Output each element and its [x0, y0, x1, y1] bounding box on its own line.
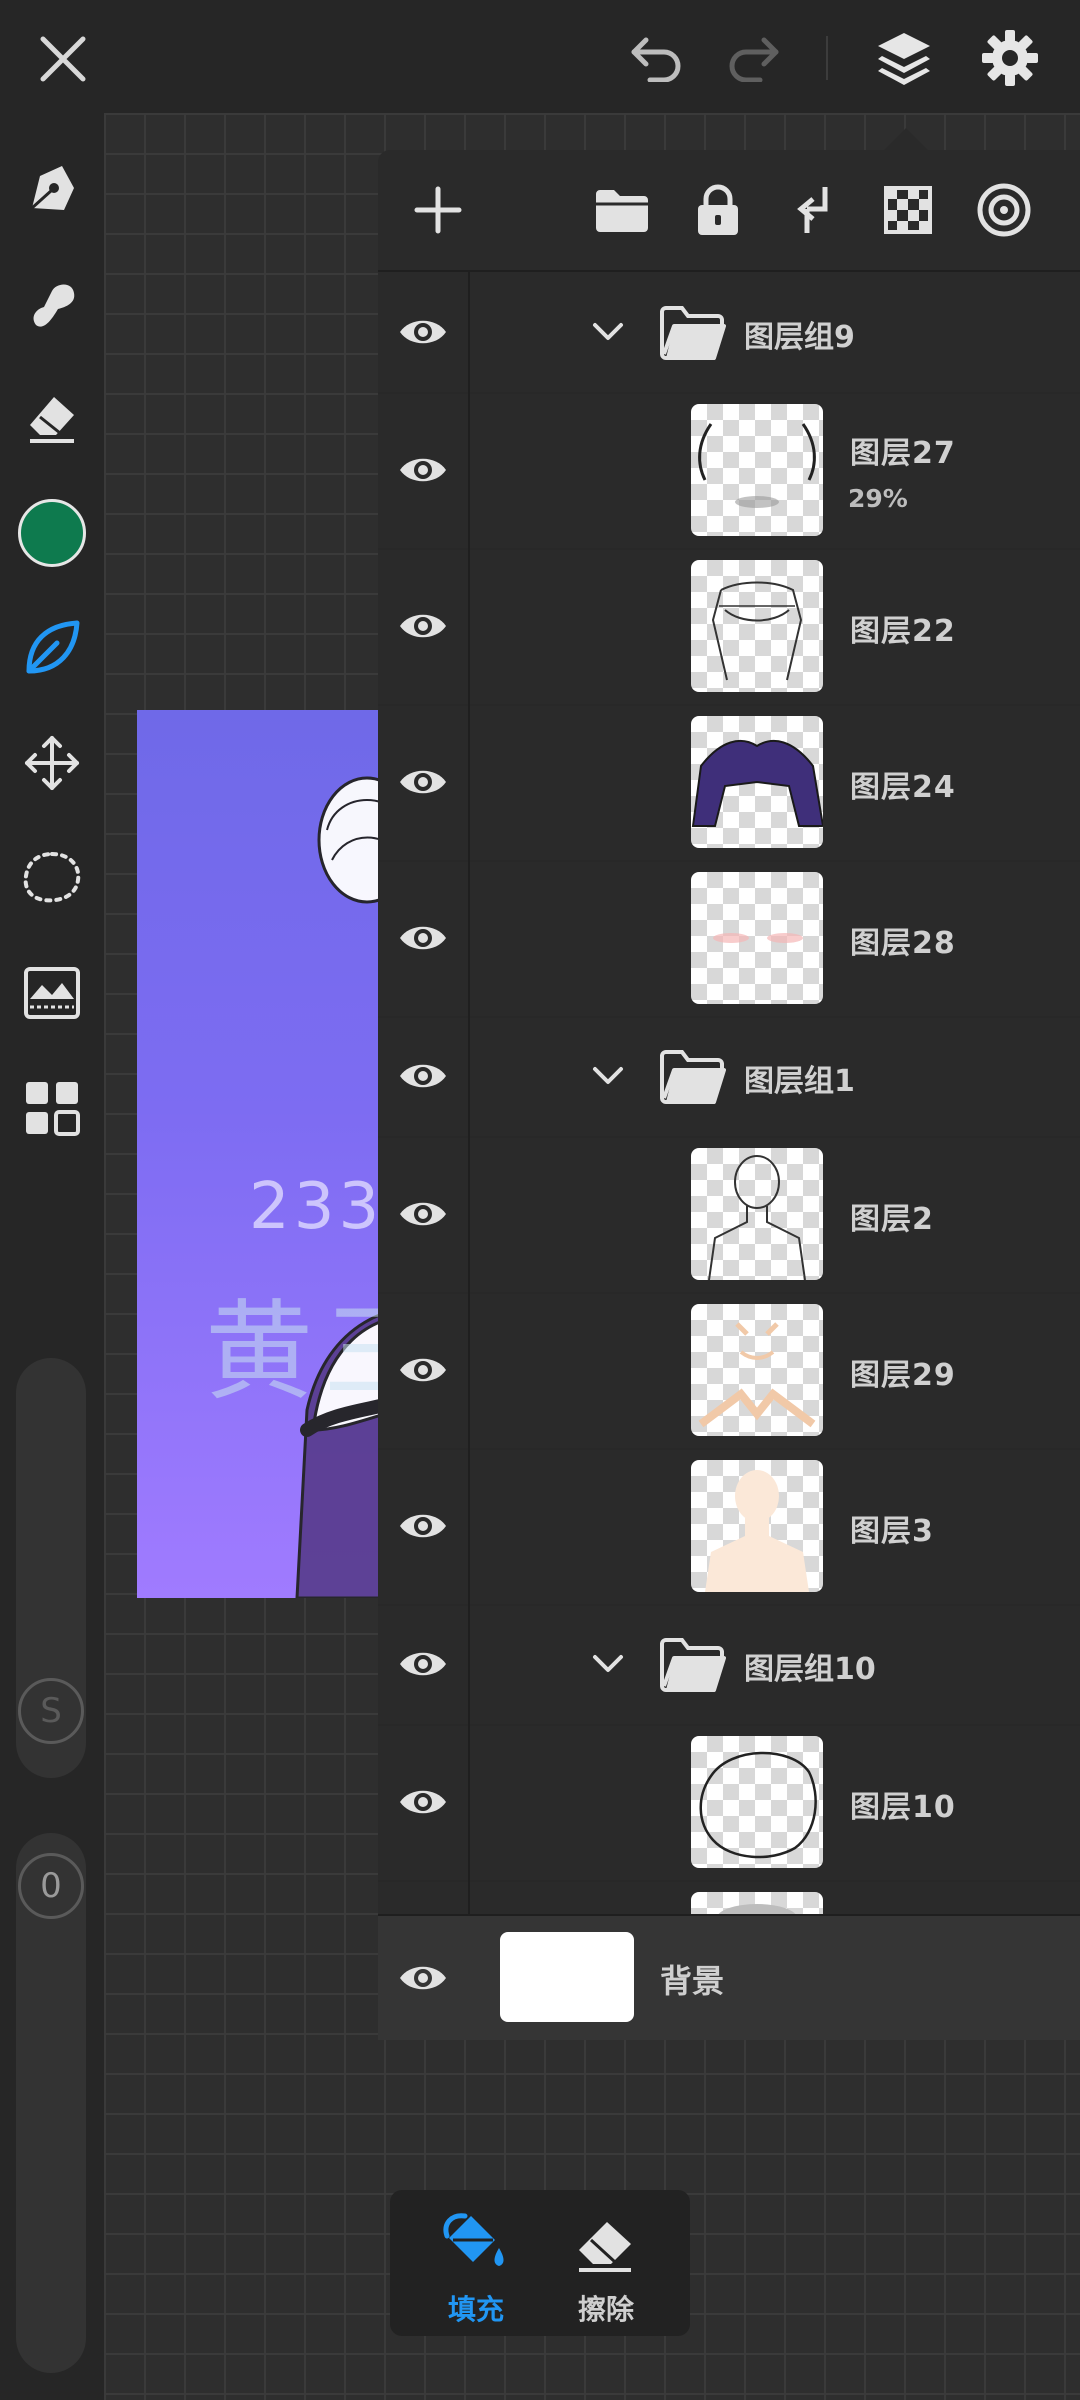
fill-button[interactable]: 填充	[416, 2208, 536, 2326]
visibility-eye-icon[interactable]	[378, 548, 470, 704]
layer-list[interactable]: 图层组9 图层27 29% 图层22 图层24 图层28 图层组1 图层2 图层…	[378, 272, 1080, 2064]
visibility-eye-icon[interactable]	[378, 272, 470, 392]
close-icon[interactable]	[28, 28, 98, 90]
layer-row[interactable]: 图层3	[378, 1448, 1080, 1606]
layer-row[interactable]: 图层2	[378, 1136, 1080, 1294]
lock-icon[interactable]	[686, 178, 750, 242]
undo-icon[interactable]	[620, 26, 692, 90]
layer-opacity: 29%	[848, 484, 908, 513]
artwork-text-line1: 233	[249, 1170, 384, 1244]
fill-erase-toolbox: 填充 擦除	[390, 2190, 690, 2336]
background-layer-name: 背景	[660, 1962, 725, 2000]
folder-icon	[660, 1050, 726, 1104]
layer-row[interactable]: 图层24	[378, 704, 1080, 862]
layer-thumbnail	[691, 1304, 823, 1436]
layer-thumbnail	[691, 560, 823, 692]
left-toolbar: S 0	[0, 113, 104, 2400]
layer-name: 图层24	[850, 770, 956, 805]
layer-thumbnail	[691, 716, 823, 848]
layer-panel: 图层组9 图层27 29% 图层22 图层24 图层28 图层组1 图层2 图层…	[378, 150, 1080, 2040]
opacity-value-badge: 0	[18, 1853, 84, 1919]
reference-target-icon[interactable]	[972, 178, 1036, 242]
background-layer-row[interactable]: 背景	[378, 1914, 1080, 2040]
folder-icon	[660, 306, 726, 360]
image-adjust-tool-icon[interactable]	[12, 953, 92, 1033]
layer-thumbnail	[691, 1460, 823, 1592]
color-swatch[interactable]	[12, 493, 92, 573]
layer-name: 图层27	[850, 436, 956, 471]
visibility-eye-icon[interactable]	[378, 704, 470, 860]
pen-tool-icon[interactable]	[12, 148, 92, 228]
visibility-eye-icon[interactable]	[378, 392, 470, 548]
visibility-eye-icon[interactable]	[378, 1724, 470, 1880]
layer-group-row[interactable]: 图层组10	[378, 1604, 1080, 1726]
layer-panel-toolbar	[378, 150, 1080, 272]
layer-group-row[interactable]: 图层组9	[378, 272, 1080, 394]
new-group-folder-icon[interactable]	[590, 178, 654, 242]
visibility-eye-icon[interactable]	[378, 1136, 470, 1292]
layer-group-row[interactable]: 图层组1	[378, 1016, 1080, 1138]
folder-icon	[660, 1638, 726, 1692]
add-layer-icon[interactable]	[406, 178, 470, 242]
eraser-tool-icon[interactable]	[12, 377, 92, 457]
smudge-tool-icon[interactable]	[12, 263, 92, 343]
layer-name: 图层10	[850, 1790, 956, 1825]
erase-button[interactable]: 擦除	[546, 2208, 666, 2326]
layer-thumbnail	[691, 1148, 823, 1280]
more-tools-grid-icon[interactable]	[12, 1068, 92, 1148]
opacity-slider[interactable]: 0	[16, 1833, 86, 2373]
layer-row[interactable]: 图层27 29%	[378, 392, 1080, 550]
layer-row[interactable]: 图层22	[378, 548, 1080, 706]
s-badge: S	[18, 1678, 84, 1744]
divider	[826, 36, 828, 80]
layer-thumbnail	[691, 872, 823, 1004]
visibility-eye-icon[interactable]	[378, 1016, 470, 1136]
visibility-eye-icon[interactable]	[378, 1604, 470, 1724]
visibility-eye-icon[interactable]	[378, 1448, 470, 1604]
layer-group-name: 图层组1	[744, 1064, 855, 1099]
chevron-down-icon[interactable]	[588, 312, 628, 352]
layer-row[interactable]: 图层29	[378, 1292, 1080, 1450]
panel-caret	[884, 128, 928, 150]
chevron-down-icon[interactable]	[588, 1056, 628, 1096]
background-thumbnail	[500, 1932, 634, 2022]
visibility-eye-icon[interactable]	[378, 1292, 470, 1448]
visibility-eye-icon[interactable]	[398, 1956, 448, 2000]
layer-name: 图层29	[850, 1358, 956, 1393]
top-bar	[0, 0, 1080, 113]
layer-name: 图层3	[850, 1514, 934, 1549]
merge-down-icon[interactable]	[780, 178, 844, 242]
layer-group-name: 图层组9	[744, 320, 855, 355]
layers-icon[interactable]	[868, 24, 940, 92]
layer-thumbnail	[691, 404, 823, 536]
move-tool-icon[interactable]	[12, 723, 92, 803]
leaf-brush-tool-icon[interactable]	[12, 608, 92, 688]
fill-label: 填充	[447, 2293, 504, 2326]
layer-thumbnail	[691, 1736, 823, 1868]
visibility-eye-icon[interactable]	[378, 860, 470, 1016]
erase-label: 擦除	[577, 2293, 634, 2326]
layer-row[interactable]: 图层10	[378, 1724, 1080, 1882]
chevron-down-icon[interactable]	[588, 1644, 628, 1684]
layer-row[interactable]: 图层28	[378, 860, 1080, 1018]
settings-gear-icon[interactable]	[974, 24, 1046, 92]
redo-icon[interactable]	[718, 26, 790, 90]
layer-group-name: 图层组10	[744, 1652, 876, 1687]
lasso-tool-icon[interactable]	[12, 838, 92, 918]
transparency-lock-icon[interactable]	[876, 178, 940, 242]
layer-name: 图层22	[850, 614, 956, 649]
layer-name: 图层2	[850, 1202, 934, 1237]
layer-name: 图层28	[850, 926, 956, 961]
brush-size-slider[interactable]: S	[16, 1358, 86, 1778]
